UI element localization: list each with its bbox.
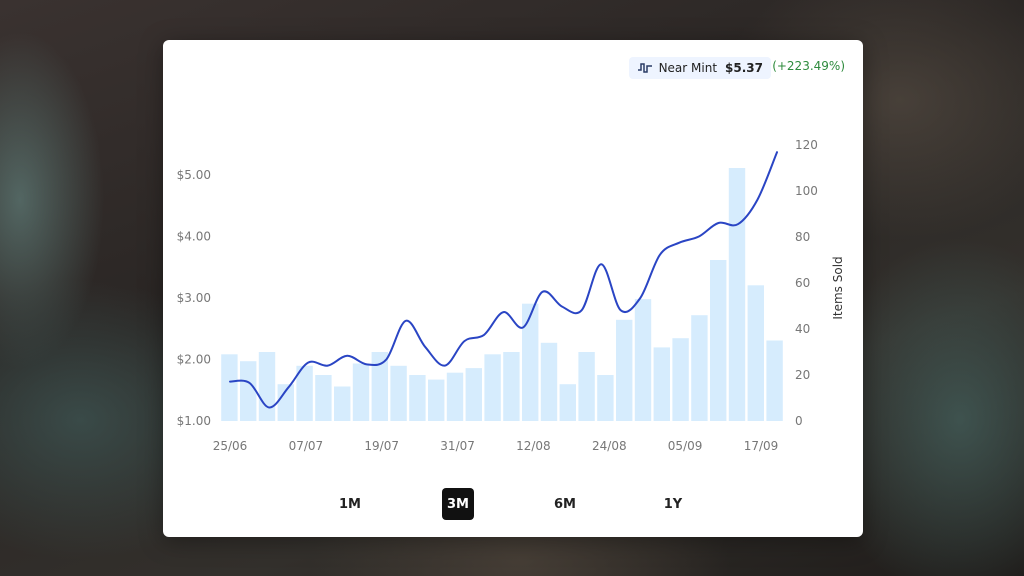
left-axis-tick: $3.00	[177, 291, 211, 305]
right-axis-tick: 0	[795, 414, 803, 428]
range-button-6m[interactable]: 6M	[549, 488, 581, 520]
sales-bar[interactable]	[597, 375, 614, 421]
sales-bar[interactable]	[446, 372, 464, 421]
range-selector: 1M 3M 6M 1Y	[163, 488, 863, 522]
range-button-1y[interactable]: 1Y	[657, 488, 689, 520]
sales-bar[interactable]	[766, 340, 783, 422]
sales-bar[interactable]	[465, 368, 482, 421]
sales-bar[interactable]	[334, 386, 351, 422]
x-axis-tick: 24/08	[592, 439, 627, 453]
right-axis-label: Items Sold	[831, 256, 845, 319]
left-axis-tick: $5.00	[177, 168, 211, 182]
range-button-1m[interactable]: 1M	[334, 488, 366, 520]
sales-bar[interactable]	[540, 342, 558, 421]
x-axis-tick: 25/06	[213, 439, 248, 453]
sales-bar[interactable]	[653, 347, 670, 421]
sales-bar[interactable]	[371, 352, 388, 421]
right-axis-tick: 80	[795, 230, 810, 244]
x-axis-tick: 12/08	[516, 439, 551, 453]
right-axis-tick: 40	[795, 322, 810, 336]
x-axis-tick: 05/09	[668, 439, 703, 453]
right-axis-tick: 60	[795, 276, 810, 290]
right-axis-tick: 100	[795, 184, 818, 198]
range-button-3m[interactable]: 3M	[442, 488, 474, 520]
sales-bar[interactable]	[484, 354, 501, 421]
sales-bar[interactable]	[559, 384, 576, 421]
sales-bar[interactable]	[221, 354, 238, 421]
left-axis-tick: $2.00	[177, 353, 211, 367]
x-axis-tick: 07/07	[289, 439, 324, 453]
price-history-card: Near Mint $5.37 (+223.49%) $1.00 $2.00 $3.…	[163, 40, 863, 537]
sales-bar[interactable]	[710, 260, 727, 421]
sales-bar[interactable]	[503, 352, 520, 421]
sales-bar[interactable]	[409, 375, 426, 421]
sales-bar[interactable]	[747, 285, 764, 421]
sales-bar[interactable]	[672, 338, 689, 421]
sales-bar[interactable]	[390, 365, 407, 421]
left-axis-tick: $1.00	[177, 414, 211, 428]
sales-bar[interactable]	[691, 315, 708, 421]
right-axis-tick: 120	[795, 138, 818, 152]
x-axis-tick: 31/07	[440, 439, 475, 453]
sales-bar[interactable]	[522, 303, 539, 421]
x-axis-tick: 17/09	[744, 439, 779, 453]
right-axis-tick: 20	[795, 368, 810, 382]
sales-bar[interactable]	[240, 361, 257, 421]
sales-bar[interactable]	[634, 299, 652, 421]
sales-bar[interactable]	[428, 379, 445, 421]
x-axis-tick: 19/07	[364, 439, 399, 453]
left-axis-tick: $4.00	[177, 230, 211, 244]
sales-bar[interactable]	[616, 319, 633, 421]
sales-bar[interactable]	[352, 363, 370, 422]
price-chart: $1.00 $2.00 $3.00 $4.00 $5.00 0 20 40 60 80 100 12…	[177, 138, 845, 453]
sales-bar[interactable]	[728, 168, 746, 421]
sales-bar[interactable]	[578, 352, 595, 421]
sales-bar[interactable]	[315, 375, 332, 421]
sales-bar[interactable]	[258, 352, 276, 421]
